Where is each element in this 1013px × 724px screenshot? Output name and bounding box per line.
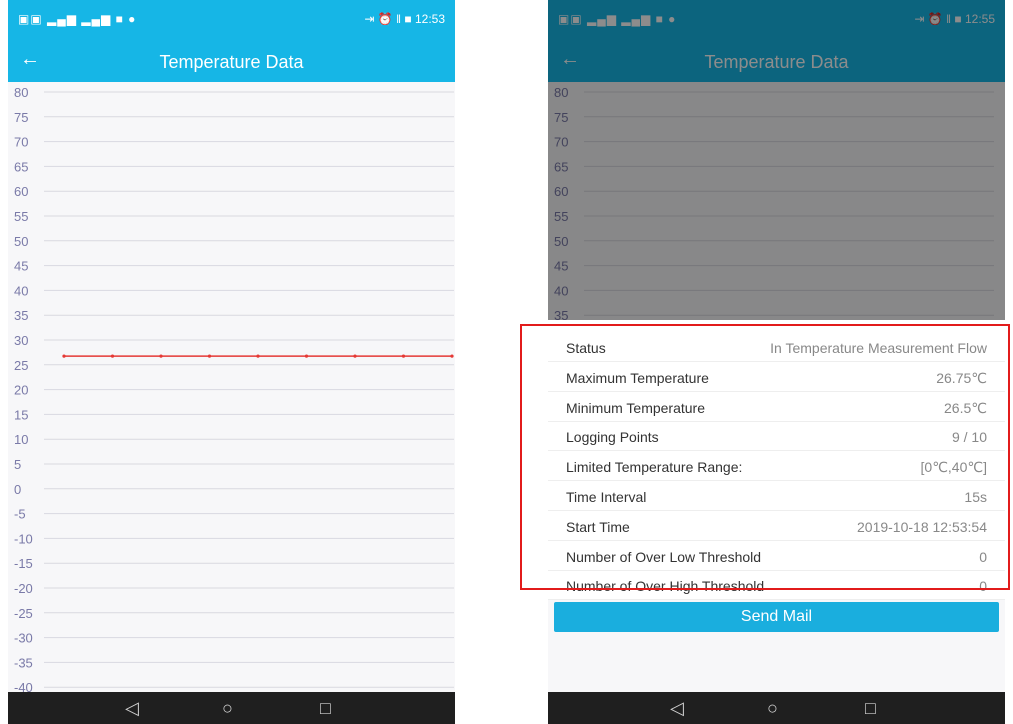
y-tick-label: 5 (14, 457, 21, 472)
navigation-bar: ◁ ○ □ (8, 692, 455, 724)
y-tick-label: 10 (14, 432, 28, 447)
y-tick-label: 75 (14, 110, 28, 125)
y-tick-label: 30 (14, 333, 28, 348)
y-tick-label: 60 (14, 184, 28, 199)
status-icons-right-glyphs: ⇥ ⏰ ‖ ■ (364, 12, 412, 26)
nav-home-icon[interactable]: ○ (767, 698, 778, 719)
send-mail-button[interactable]: Send Mail (554, 602, 999, 632)
y-tick-label: 0 (14, 482, 21, 497)
y-tick-label: -5 (14, 507, 26, 522)
y-tick-label: 55 (14, 209, 28, 224)
data-point (256, 354, 260, 358)
status-bar: ▣▣ ▂▄▆ ▂▄▆ ■ ● ⇥ ⏰ ‖ ■ 12:53 (8, 0, 455, 40)
nav-recent-apps-icon[interactable]: □ (865, 698, 876, 719)
nav-home-icon[interactable]: ○ (222, 698, 233, 719)
y-tick-label: -35 (14, 655, 33, 670)
y-tick-label: 15 (14, 407, 28, 422)
app-bar: ← Temperature Data (8, 40, 455, 82)
data-point (110, 354, 115, 358)
left-phone-screen: ▣▣ ▂▄▆ ▂▄▆ ■ ● ⇥ ⏰ ‖ ■ 12:53 ← Temperatu… (8, 0, 455, 724)
clock: 12:53 (414, 12, 445, 26)
nav-recent-apps-icon[interactable]: □ (320, 698, 331, 719)
status-icons-left: ▣▣ ▂▄▆ ▂▄▆ ■ ● (18, 12, 137, 26)
y-tick-label: -15 (14, 556, 33, 571)
highlight-box (520, 324, 1010, 590)
data-point (304, 354, 309, 358)
data-point (62, 354, 66, 358)
y-tick-label: -40 (14, 680, 33, 692)
y-tick-label: 80 (14, 85, 28, 100)
y-tick-label: 70 (14, 135, 28, 150)
y-tick-label: 35 (14, 308, 28, 323)
y-tick-label: 25 (14, 358, 28, 373)
y-tick-label: -20 (14, 581, 33, 596)
page-title: Temperature Data (159, 52, 304, 72)
data-point (207, 354, 212, 358)
y-tick-label: 50 (14, 234, 28, 249)
data-point (353, 354, 357, 358)
temperature-chart: 80757065605550454035302520151050-5-10-15… (14, 85, 454, 692)
data-point (450, 354, 454, 358)
data-point (401, 354, 406, 358)
y-tick-label: 40 (14, 283, 28, 298)
y-tick-label: -30 (14, 631, 33, 646)
nav-back-icon[interactable]: ◁ (125, 698, 139, 719)
status-icons-right: ⇥ ⏰ ‖ ■ 12:53 (364, 12, 445, 26)
nav-back-icon[interactable]: ◁ (670, 698, 684, 719)
navigation-bar: ◁ ○ □ (548, 692, 1005, 724)
row-divider (548, 599, 1005, 601)
y-tick-label: -10 (14, 531, 33, 546)
y-tick-label: 65 (14, 159, 28, 174)
data-point (159, 354, 163, 358)
dim-overlay[interactable] (548, 0, 1005, 320)
y-tick-label: 20 (14, 383, 28, 398)
y-tick-label: 45 (14, 259, 28, 274)
y-tick-label: -25 (14, 606, 33, 621)
